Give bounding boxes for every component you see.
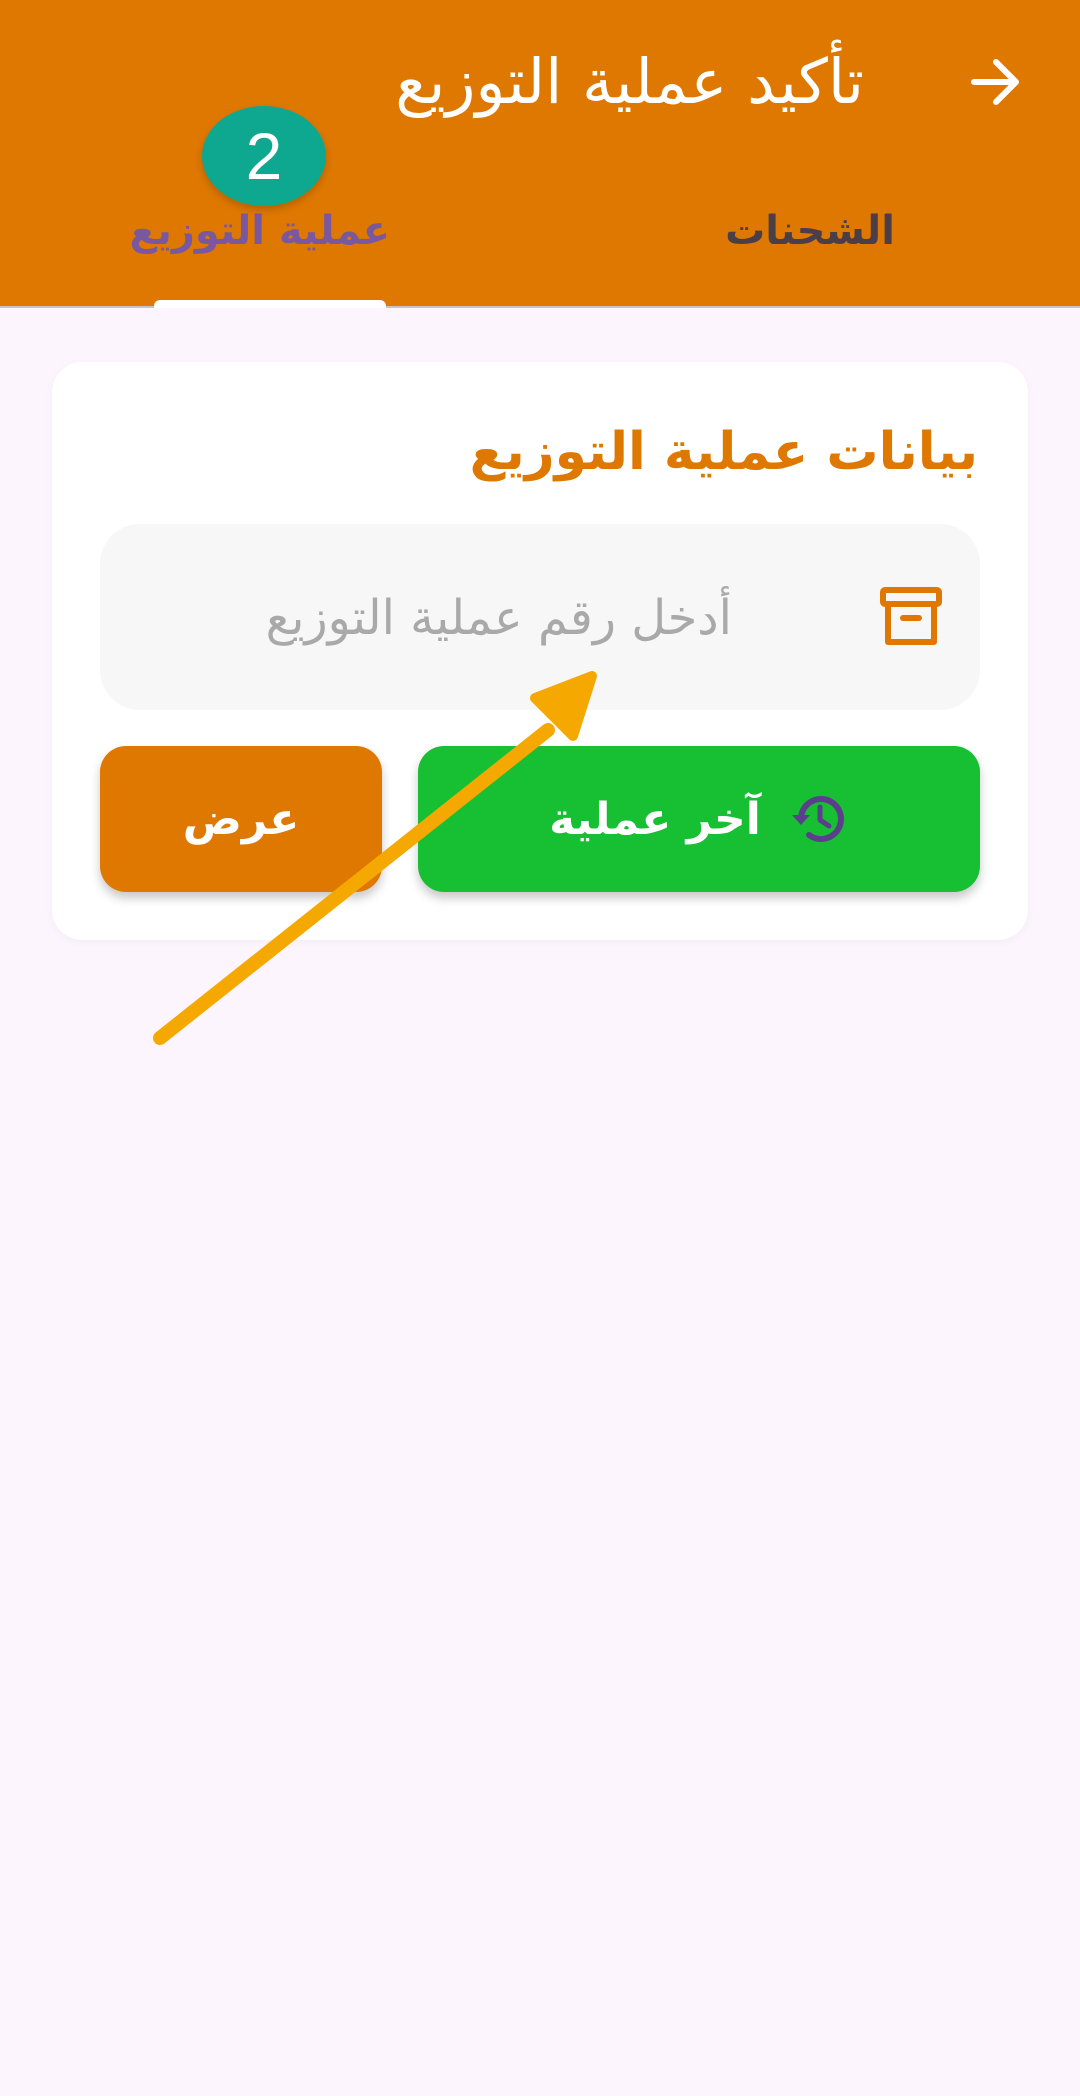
show-button[interactable]: عرض: [100, 746, 382, 892]
history-icon: [791, 796, 844, 842]
last-operation-label: آخر عملية: [549, 793, 761, 845]
step-number-badge: 2: [202, 106, 326, 206]
show-label: عرض: [182, 793, 300, 845]
tab-selected-indicator: [154, 300, 386, 308]
input-placeholder: أدخل رقم عملية التوزيع: [265, 590, 732, 646]
tab-distribution-operation[interactable]: عملية التوزيع: [130, 196, 391, 266]
arrow-forward-icon: [971, 59, 1019, 105]
app-bar: تأكيد عملية التوزيع الشحنات عملية التوزي…: [0, 0, 1080, 308]
back-button[interactable]: [956, 42, 1036, 122]
card-title: بيانات عملية التوزيع: [469, 422, 978, 482]
archive-box-icon: [880, 587, 942, 645]
last-operation-button[interactable]: آخر عملية: [418, 746, 980, 892]
page-title: تأكيد عملية التوزيع: [395, 45, 864, 118]
distribution-number-input[interactable]: أدخل رقم عملية التوزيع: [100, 524, 980, 710]
annotation-arrow-icon: [153, 671, 597, 1045]
distribution-data-card: بيانات عملية التوزيع أدخل رقم عملية التو…: [52, 362, 1028, 940]
tab-shipments[interactable]: الشحنات: [700, 196, 920, 266]
